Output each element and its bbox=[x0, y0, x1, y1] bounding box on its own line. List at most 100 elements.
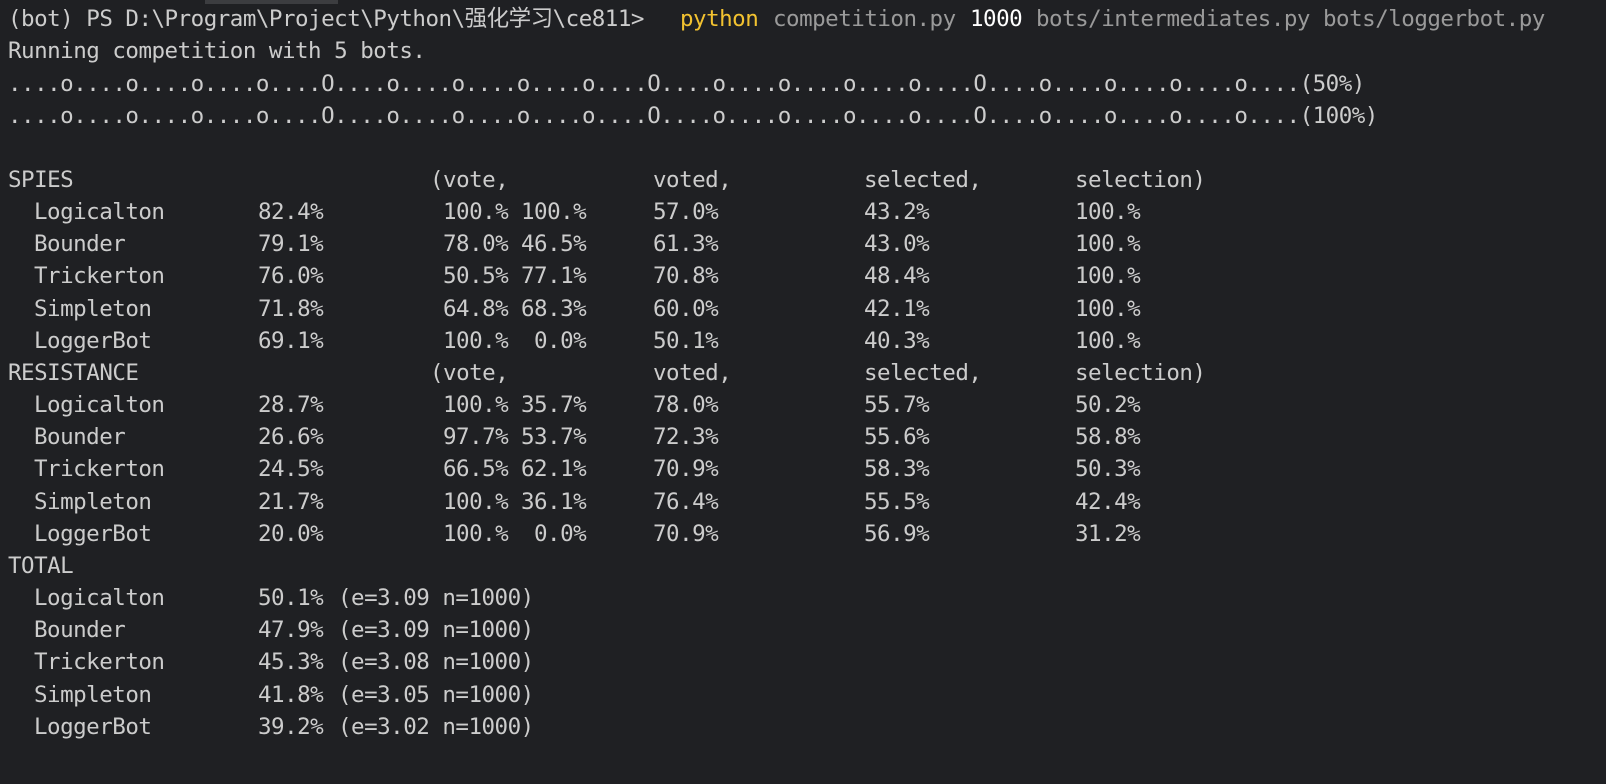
selection-value: 100.% bbox=[1075, 328, 1141, 354]
selection-value: 100.% bbox=[1075, 263, 1141, 289]
command-python: python bbox=[680, 6, 759, 32]
table-row: LoggerBot 39.2% (e=3.02 n=1000) bbox=[8, 711, 534, 743]
vote-value: 100.% bbox=[443, 489, 509, 515]
selected-value: 43.0% bbox=[864, 231, 930, 257]
total-stats: (e=3.08 n=1000) bbox=[338, 649, 534, 675]
win-rate: 26.6% bbox=[258, 424, 324, 450]
win-rate: 21.7% bbox=[258, 489, 324, 515]
bot-name: Logicalton bbox=[34, 199, 165, 225]
selected-value: 55.5% bbox=[864, 489, 930, 515]
win-rate: 41.8% bbox=[258, 682, 324, 708]
vote-value-2: 77.1% bbox=[521, 263, 587, 289]
win-rate: 39.2% bbox=[258, 714, 324, 740]
win-rate: 24.5% bbox=[258, 456, 324, 482]
voted-value: 50.1% bbox=[653, 328, 719, 354]
vote-value-2: 100.% bbox=[521, 199, 587, 225]
header-voted: voted, bbox=[653, 360, 732, 386]
selection-value: 42.4% bbox=[1075, 489, 1141, 515]
vote-value-2: 0.0% bbox=[534, 521, 587, 547]
vote-value: 97.7% bbox=[443, 424, 509, 450]
table-row: Bounder 26.6% 97.7% 53.7% 72.3% 55.6% 58… bbox=[8, 421, 1141, 453]
vote-value-2: 0.0% bbox=[534, 328, 587, 354]
voted-value: 72.3% bbox=[653, 424, 719, 450]
bot-name: Bounder bbox=[34, 617, 126, 643]
table-row: Simpleton 41.8% (e=3.05 n=1000) bbox=[8, 679, 534, 711]
voted-value: 78.0% bbox=[653, 392, 719, 418]
command-line[interactable]: (bot) PS D:\Program\Project\Python\强化学习\… bbox=[8, 3, 1545, 35]
header-selected: selected, bbox=[864, 167, 982, 193]
section-title-total: TOTAL bbox=[8, 553, 74, 579]
selection-value: 100.% bbox=[1075, 231, 1141, 257]
selection-value: 58.8% bbox=[1075, 424, 1141, 450]
vote-value: 66.5% bbox=[443, 456, 509, 482]
selection-value: 50.2% bbox=[1075, 392, 1141, 418]
selected-value: 42.1% bbox=[864, 296, 930, 322]
selected-value: 56.9% bbox=[864, 521, 930, 547]
bot-name: Simpleton bbox=[34, 489, 152, 515]
table-row: LoggerBot 69.1% 100.% 0.0% 50.1% 40.3% 1… bbox=[8, 325, 1141, 357]
win-rate: 82.4% bbox=[258, 199, 324, 225]
section-title-spies: SPIES bbox=[8, 167, 74, 193]
bot-name: Logicalton bbox=[34, 585, 165, 611]
table-row: Logicalton 82.4% 100.% 100.% 57.0% 43.2%… bbox=[8, 196, 1141, 228]
vote-value-2: 46.5% bbox=[521, 231, 587, 257]
bot-name: Trickerton bbox=[34, 456, 165, 482]
status-line: Running competition with 5 bots. bbox=[8, 38, 426, 64]
header-selection: selection) bbox=[1075, 167, 1206, 193]
voted-value: 70.9% bbox=[653, 521, 719, 547]
header-voted: voted, bbox=[653, 167, 732, 193]
selection-value: 100.% bbox=[1075, 199, 1141, 225]
voted-value: 70.9% bbox=[653, 456, 719, 482]
voted-value: 70.8% bbox=[653, 263, 719, 289]
vote-value: 78.0% bbox=[443, 231, 509, 257]
selected-value: 55.7% bbox=[864, 392, 930, 418]
resistance-header-row: RESISTANCE (vote, voted, selected, selec… bbox=[8, 357, 1206, 389]
vote-value-2: 68.3% bbox=[521, 296, 587, 322]
bot-name: Trickerton bbox=[34, 649, 165, 675]
selection-value: 31.2% bbox=[1075, 521, 1141, 547]
prompt-path: (bot) PS D:\Program\Project\Python\强化学习\… bbox=[8, 6, 644, 32]
bot-name: Trickerton bbox=[34, 263, 165, 289]
selected-value: 43.2% bbox=[864, 199, 930, 225]
vote-value: 64.8% bbox=[443, 296, 509, 322]
vote-value: 100.% bbox=[443, 521, 509, 547]
vote-value-2: 53.7% bbox=[521, 424, 587, 450]
win-rate: 45.3% bbox=[258, 649, 324, 675]
vote-value-2: 35.7% bbox=[521, 392, 587, 418]
vote-value-2: 62.1% bbox=[521, 456, 587, 482]
terminal-window[interactable]: (bot) PS D:\Program\Project\Python\强化学习\… bbox=[0, 0, 1606, 784]
bot-name: Simpleton bbox=[34, 296, 152, 322]
win-rate: 69.1% bbox=[258, 328, 324, 354]
selection-value: 50.3% bbox=[1075, 456, 1141, 482]
total-stats: (e=3.05 n=1000) bbox=[338, 682, 534, 708]
header-selected: selected, bbox=[864, 360, 982, 386]
table-row: Bounder 47.9% (e=3.09 n=1000) bbox=[8, 614, 534, 646]
selected-value: 48.4% bbox=[864, 263, 930, 289]
command-bot-files: bots/intermediates.py bots/loggerbot.py bbox=[1036, 6, 1545, 32]
win-rate: 28.7% bbox=[258, 392, 324, 418]
bot-name: Bounder bbox=[34, 231, 126, 257]
progress-line-100: ....o....o....o....o....O....o....o....o… bbox=[8, 103, 1378, 129]
vote-value: 100.% bbox=[443, 328, 509, 354]
table-row: Trickerton 45.3% (e=3.08 n=1000) bbox=[8, 646, 534, 678]
win-rate: 79.1% bbox=[258, 231, 324, 257]
command-script: competition.py bbox=[773, 6, 956, 32]
win-rate: 50.1% bbox=[258, 585, 324, 611]
bot-name: LoggerBot bbox=[34, 328, 152, 354]
table-row: Logicalton 28.7% 100.% 35.7% 78.0% 55.7%… bbox=[8, 389, 1141, 421]
win-rate: 76.0% bbox=[258, 263, 324, 289]
table-row: Bounder 79.1% 78.0% 46.5% 61.3% 43.0% 10… bbox=[8, 228, 1141, 260]
header-vote: (vote, bbox=[430, 360, 509, 386]
table-row: Trickerton 76.0% 50.5% 77.1% 70.8% 48.4%… bbox=[8, 260, 1141, 292]
selected-value: 40.3% bbox=[864, 328, 930, 354]
vote-value-2: 36.1% bbox=[521, 489, 587, 515]
bot-name: Simpleton bbox=[34, 682, 152, 708]
header-vote: (vote, bbox=[430, 167, 509, 193]
bot-name: LoggerBot bbox=[34, 714, 152, 740]
progress-line-50: ....o....o....o....o....O....o....o....o… bbox=[8, 71, 1365, 97]
header-selection: selection) bbox=[1075, 360, 1206, 386]
selection-value: 100.% bbox=[1075, 296, 1141, 322]
selected-value: 58.3% bbox=[864, 456, 930, 482]
bot-name: LoggerBot bbox=[34, 521, 152, 547]
win-rate: 20.0% bbox=[258, 521, 324, 547]
